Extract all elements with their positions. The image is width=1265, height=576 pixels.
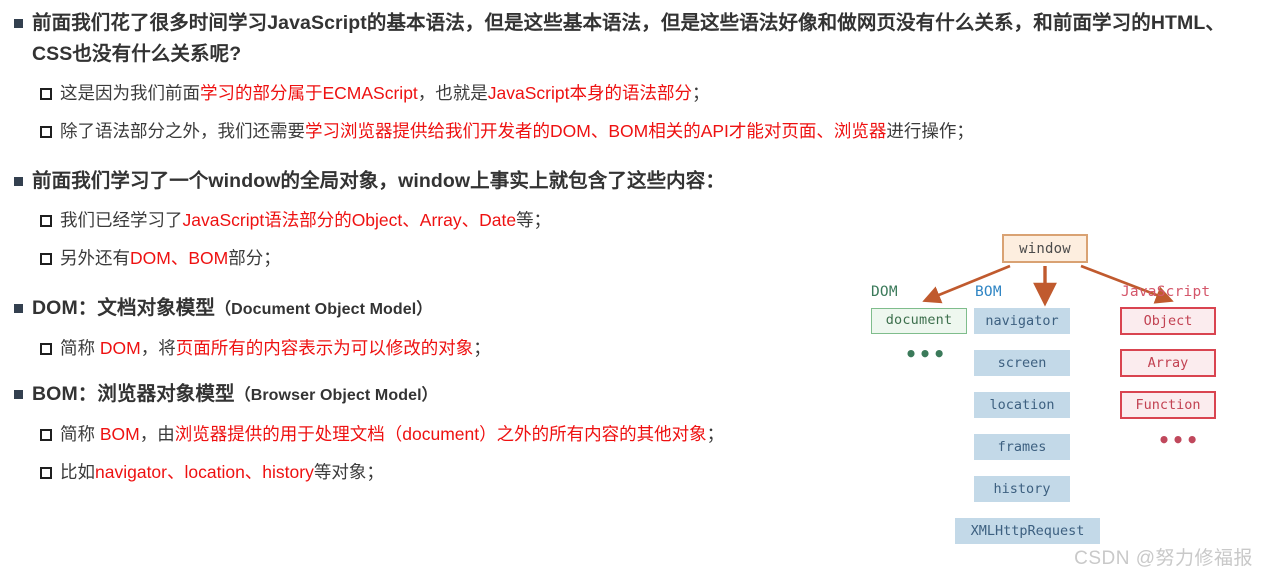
bullet-text: 前面我们花了很多时间学习JavaScript的基本语法，但是这些基本语法，但是这… — [32, 12, 1225, 65]
text-run-highlight: 学习浏览器提供给我们开发者的DOM、BOM相关的API才能对页面、浏览器 — [305, 121, 887, 141]
ellipsis-dom: ••• — [905, 342, 948, 366]
node-frames: frames — [974, 434, 1070, 460]
text-run: ，也就是 — [417, 83, 488, 103]
bullet-hollow-square-icon — [40, 429, 52, 441]
bullet-hollow-square-icon — [40, 253, 52, 265]
bullet-level2: 除了语法部分之外，我们还需要学习浏览器提供给我们开发者的DOM、BOM相关的AP… — [40, 117, 1254, 146]
text-run: 这是因为我们前面 — [60, 83, 200, 103]
node-navigator: navigator — [974, 308, 1070, 334]
text-run: 进行操作； — [886, 121, 974, 141]
bullet-hollow-square-icon — [40, 343, 52, 355]
node-window: window — [1002, 234, 1088, 263]
bullet-hollow-square-icon — [40, 88, 52, 100]
text-run: ； — [706, 424, 725, 444]
heading-paren: （Document Object Model） — [215, 301, 433, 318]
text-run: ，由 — [139, 424, 175, 444]
text-run: 简称 — [60, 338, 100, 358]
text-run: 等对象； — [313, 462, 384, 482]
bullet-hollow-square-icon — [40, 126, 52, 138]
ellipsis-javascript: ••• — [1158, 428, 1201, 452]
bullet-square-icon — [14, 304, 23, 313]
node-object: Object — [1120, 307, 1216, 335]
text-run: 比如 — [60, 462, 95, 482]
csdn-watermark: CSDN @努力修福报 — [1074, 548, 1253, 569]
text-run: 等； — [516, 210, 552, 230]
text-run: 部分； — [228, 248, 281, 268]
bullet-square-icon — [14, 177, 23, 186]
window-object-diagram: window DOM BOM JavaScript document ••• n… — [855, 228, 1255, 548]
heading-main: BOM：浏览器对象模型 — [32, 383, 235, 405]
column-label-bom: BOM — [975, 284, 1002, 300]
text-run-highlight: 浏览器提供的用于处理文档（document）之外的所有内容的其他对象 — [174, 424, 707, 444]
text-run: ，将 — [140, 338, 176, 358]
node-location: location — [974, 392, 1070, 418]
bullet-hollow-square-icon — [40, 467, 52, 479]
node-xmlhttprequest: XMLHttpRequest — [955, 518, 1100, 544]
bullet-text: 除了语法部分之外，我们还需要学习浏览器提供给我们开发者的DOM、BOM相关的AP… — [60, 117, 1254, 146]
text-run-highlight: 学习的部分属于ECMAScript — [200, 83, 418, 103]
text-run-highlight: BOM — [99, 424, 140, 444]
bullet-text: 这是因为我们前面学习的部分属于ECMAScript，也就是JavaScript本… — [60, 79, 1254, 108]
node-history: history — [974, 476, 1070, 502]
bullet-level1: 前面我们花了很多时间学习JavaScript的基本语法，但是这些基本语法，但是这… — [14, 8, 1254, 70]
slide-canvas: 前面我们花了很多时间学习JavaScript的基本语法，但是这些基本语法，但是这… — [0, 0, 1265, 576]
text-run-highlight: JavaScript本身的语法部分 — [487, 83, 692, 103]
text-run-highlight: 页面所有的内容表示为可以修改的对象 — [175, 338, 474, 358]
heading-main: DOM：文档对象模型 — [32, 297, 215, 319]
column-label-dom: DOM — [871, 284, 898, 300]
bullet-hollow-square-icon — [40, 215, 52, 227]
bullet-text: 前面我们学习了一个window的全局对象，window上事实上就包含了这些内容： — [32, 170, 725, 192]
text-run-highlight: JavaScript语法部分的Object、Array、Date — [182, 210, 517, 230]
text-run-highlight: DOM、BOM — [130, 248, 229, 268]
heading-paren: （Browser Object Model） — [234, 387, 438, 404]
node-array: Array — [1120, 349, 1216, 377]
bullet-level1: 前面我们学习了一个window的全局对象，window上事实上就包含了这些内容： — [14, 166, 1254, 197]
text-run: 除了语法部分之外，我们还需要 — [60, 121, 305, 141]
text-run-highlight: navigator、location、history — [95, 462, 314, 482]
bullet-square-icon — [14, 19, 23, 28]
text-run: 我们已经学习了 — [60, 210, 183, 230]
text-run: ； — [692, 83, 710, 103]
bullet-square-icon — [14, 390, 23, 399]
text-run: 简称 — [60, 424, 100, 444]
node-screen: screen — [974, 350, 1070, 376]
text-run: 另外还有 — [60, 248, 130, 268]
node-function: Function — [1120, 391, 1216, 419]
bullet-level2: 这是因为我们前面学习的部分属于ECMAScript，也就是JavaScript本… — [40, 79, 1254, 108]
column-label-javascript: JavaScript — [1121, 284, 1211, 300]
text-run-highlight: DOM — [99, 338, 141, 358]
text-run: ； — [473, 338, 491, 358]
node-document: document — [871, 308, 967, 334]
